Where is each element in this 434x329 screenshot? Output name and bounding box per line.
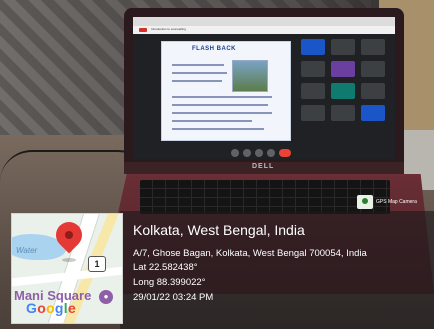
google-letter: e <box>67 300 77 316</box>
participant-tile <box>301 83 325 99</box>
present-icon <box>267 149 275 157</box>
slide-photo <box>232 60 268 92</box>
google-attribution-text: Google <box>26 300 76 316</box>
meeting-title: Introduction to counselling <box>151 27 186 31</box>
gps-camera-icon <box>357 195 373 209</box>
google-letter: o <box>46 300 55 316</box>
slide-text-line <box>172 104 268 106</box>
participant-tile <box>361 105 385 121</box>
participant-tile <box>331 61 355 77</box>
slide-text-line <box>172 64 224 66</box>
gps-app-badge-label: GPS Map Camera <box>376 199 417 205</box>
presentation-slide: FLASH BACK <box>161 41 291 141</box>
participant-tile <box>301 61 325 77</box>
participant-tile <box>361 39 385 55</box>
slide-text-line <box>172 72 227 74</box>
captions-icon <box>255 149 263 157</box>
route-shield-icon: 1 <box>88 256 106 272</box>
end-call-icon <box>279 149 291 157</box>
meeting-controls <box>133 147 395 159</box>
location-address: A/7, Ghose Bagan, Kolkata, West Bengal 7… <box>133 248 367 259</box>
pin-shadow <box>62 258 76 262</box>
participant-tile <box>331 39 355 55</box>
google-letter: G <box>26 300 38 316</box>
location-latitude: Lat 22.582438° <box>133 262 198 273</box>
location-longitude: Long 88.399022° <box>133 277 206 288</box>
laptop-screen: Introduction to counselling FLASH BACK <box>133 17 395 159</box>
google-letter: g <box>54 300 64 316</box>
mic-icon <box>231 149 239 157</box>
slide-text-line <box>172 96 272 98</box>
pin-center <box>63 229 75 241</box>
slide-text-line <box>172 112 272 114</box>
gps-app-badge: GPS Map Camera <box>357 195 417 209</box>
recording-indicator <box>139 28 147 32</box>
location-map: Water 1 Mani Square ● Google <box>11 213 123 324</box>
participant-tile <box>361 61 385 77</box>
slide-text-line <box>172 80 222 82</box>
photo-scene: Introduction to counselling FLASH BACK D… <box>0 0 434 329</box>
keyboard-rows <box>140 180 390 214</box>
capture-datetime: 29/01/22 03:24 PM <box>133 292 214 303</box>
laptop-brand-logo: DELL <box>252 163 275 170</box>
participant-tile <box>301 39 325 55</box>
location-city: Kolkata, West Bengal, India <box>133 222 305 238</box>
participant-tile <box>301 105 325 121</box>
slide-text-line <box>172 120 252 122</box>
participant-tile <box>331 83 355 99</box>
browser-bar <box>133 17 395 26</box>
participant-grid <box>301 39 389 139</box>
google-letter: o <box>37 300 47 316</box>
participant-tile <box>331 105 355 121</box>
participant-tile <box>361 83 385 99</box>
shopping-bag-icon: ● <box>99 290 113 304</box>
slide-text-line <box>172 128 264 130</box>
camera-icon <box>243 149 251 157</box>
map-water-label: Water <box>16 246 38 255</box>
google-attribution: Google <box>26 300 76 316</box>
slide-title: FLASH BACK <box>192 46 236 52</box>
